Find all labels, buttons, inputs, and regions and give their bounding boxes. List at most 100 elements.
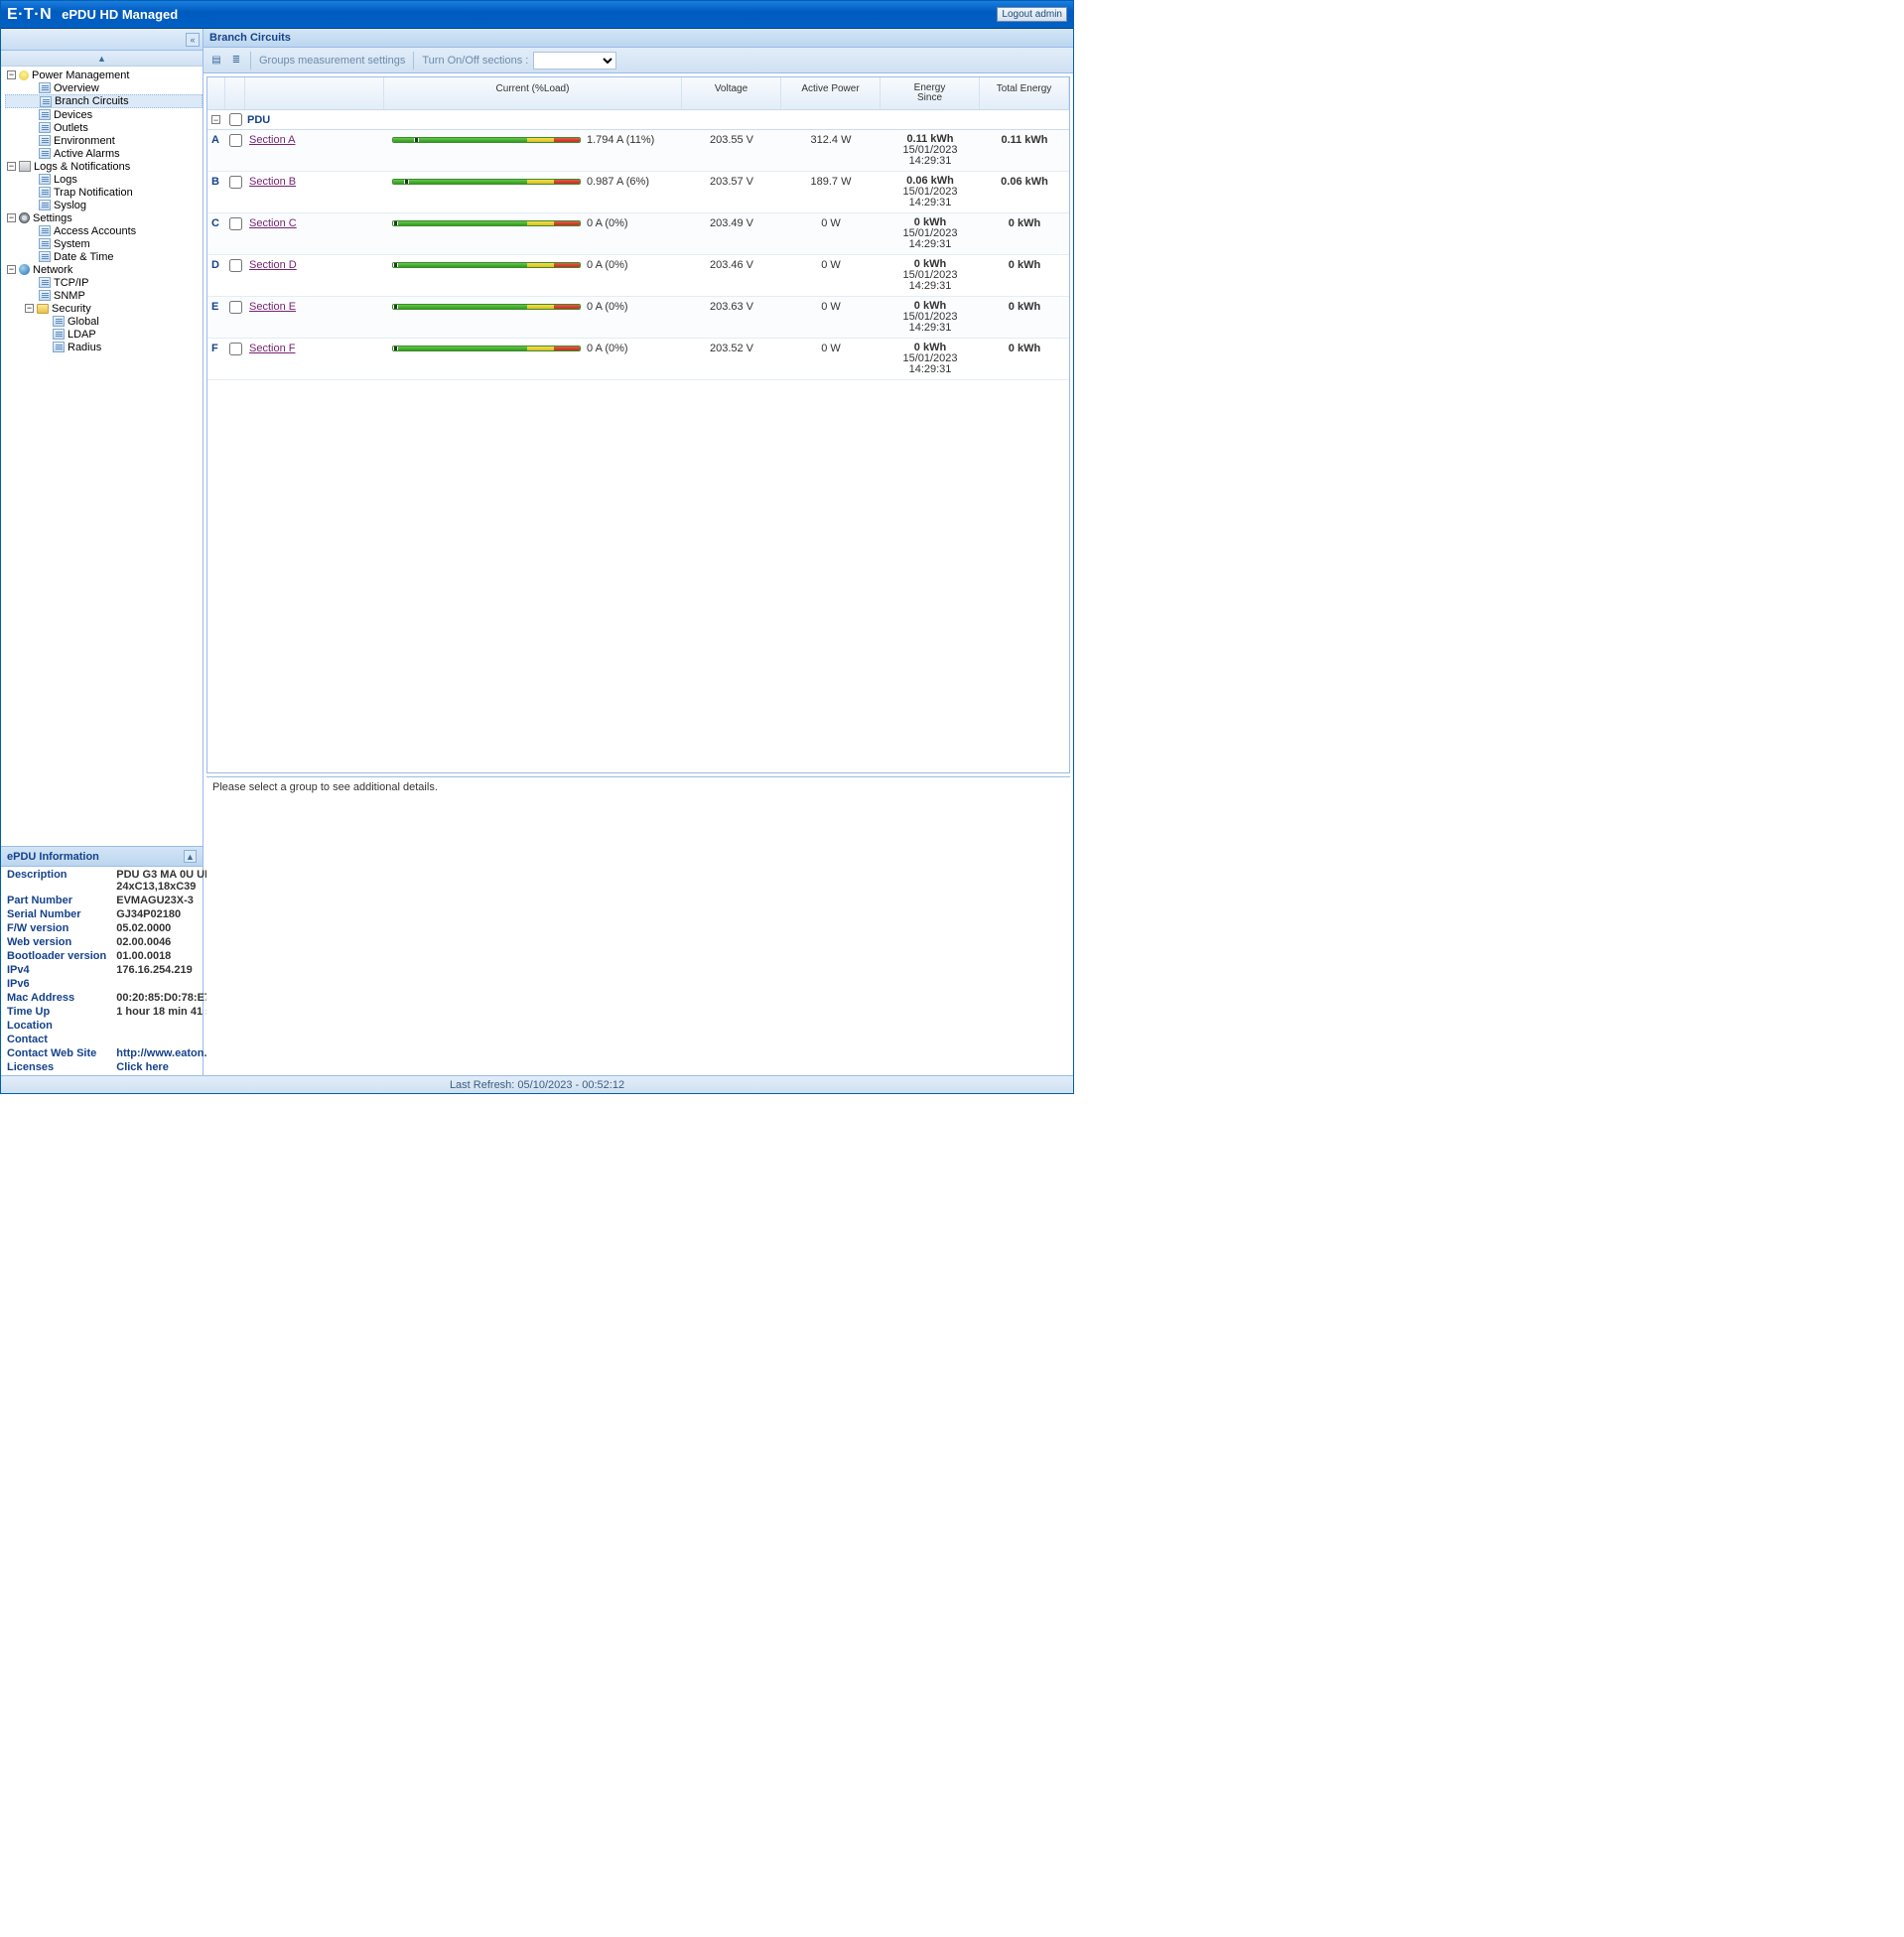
app-title: ePDU HD Managed [62,7,178,22]
nav-overview[interactable]: Overview [5,81,203,94]
grid: Current (%Load) Voltage Active Power Ene… [206,76,1070,773]
nav-power-management[interactable]: − Power Management [7,69,203,81]
load-bar [392,304,581,310]
view-list-button[interactable]: ≣ [227,52,245,69]
section-link[interactable]: Section C [249,217,297,229]
row-checkbox[interactable] [229,343,242,355]
content-area: Branch Circuits ▤ ≣ Groups measurement s… [204,29,1073,1075]
current-value: 0 A (0%) [587,343,666,354]
energy-since-value: 0 kWh15/01/202314:29:31 [884,343,976,375]
group-checkbox[interactable] [229,113,242,126]
active-power-value: 0 W [781,259,881,271]
nav-devices[interactable]: Devices [5,108,203,121]
page-icon [39,135,51,146]
section-link[interactable]: Section D [249,259,297,271]
load-bar [392,137,581,143]
row-checkbox[interactable] [229,259,242,272]
collapse-icon[interactable]: − [7,162,16,171]
sidebar-collapse-button[interactable]: « [186,33,200,47]
active-power-value: 0 W [781,301,881,313]
nav-date-time[interactable]: Date & Time [5,250,203,263]
toolbar: ▤ ≣ Groups measurement settings Turn On/… [204,48,1073,73]
energy-since-value: 0.11 kWh15/01/202314:29:31 [884,134,976,167]
nav-ldap[interactable]: LDAP [5,328,203,341]
col-current[interactable]: Current (%Load) [384,77,682,109]
nav-logs-notifications[interactable]: − Logs & Notifications [7,160,203,173]
nav-active-alarms[interactable]: Active Alarms [5,147,203,160]
row-index: C [207,217,225,229]
nav-trap-notification[interactable]: Trap Notification [5,186,203,199]
nav-system[interactable]: System [5,237,203,250]
row-checkbox[interactable] [229,176,242,189]
row-checkbox[interactable] [229,301,242,314]
groups-measurement-button[interactable]: Groups measurement settings [256,55,408,67]
table-row[interactable]: BSection B0.987 A (6%)203.57 V189.7 W0.0… [207,172,1069,213]
globe-icon [19,264,30,275]
collapse-icon[interactable]: − [25,304,34,313]
col-total-energy[interactable]: Total Energy [980,77,1069,109]
energy-since-value: 0 kWh15/01/202314:29:31 [884,259,976,292]
grid-group-row[interactable]: − PDU [207,110,1069,130]
nav-security[interactable]: − Security [5,302,203,315]
section-link[interactable]: Section B [249,176,296,188]
collapse-icon[interactable]: − [7,265,16,274]
collapse-icon[interactable]: − [7,70,16,79]
page-icon [39,187,51,198]
table-row[interactable]: DSection D0 A (0%)203.46 V0 W0 kWh15/01/… [207,255,1069,297]
current-value: 0.987 A (6%) [587,176,666,188]
load-bar [392,262,581,268]
total-energy-value: 0 kWh [980,259,1069,271]
nav-tcpip[interactable]: TCP/IP [5,276,203,289]
collapse-icon[interactable]: − [211,115,220,124]
nav-logs[interactable]: Logs [5,173,203,186]
page-title: Branch Circuits [204,29,1073,48]
load-bar [392,179,581,185]
nav-scroll-up[interactable]: ▲ [1,51,203,67]
info-collapse-button[interactable]: ▲ [184,850,197,863]
nav-global[interactable]: Global [5,315,203,328]
nav-network[interactable]: − Network [7,263,203,276]
total-energy-value: 0 kWh [980,217,1069,229]
nav-settings[interactable]: − Settings [7,211,203,224]
row-checkbox[interactable] [229,134,242,147]
section-link[interactable]: Section E [249,301,296,313]
licenses-link[interactable]: Click here [116,1061,169,1073]
table-row[interactable]: CSection C0 A (0%)203.49 V0 W0 kWh15/01/… [207,213,1069,255]
row-index: A [207,134,225,146]
row-index: E [207,301,225,313]
total-energy-value: 0.06 kWh [980,176,1069,188]
row-checkbox[interactable] [229,217,242,230]
table-row[interactable]: ASection A1.794 A (11%)203.55 V312.4 W0.… [207,130,1069,172]
voltage-value: 203.49 V [682,217,781,229]
voltage-value: 203.52 V [682,343,781,354]
page-icon [39,277,51,288]
logout-button[interactable]: Logout admin [997,7,1067,22]
view-tiles-button[interactable]: ▤ [207,52,225,69]
nav-access-accounts[interactable]: Access Accounts [5,224,203,237]
nav-outlets[interactable]: Outlets [5,121,203,134]
section-link[interactable]: Section F [249,343,295,354]
active-power-value: 189.7 W [781,176,881,188]
turn-onoff-select[interactable] [533,52,616,69]
col-energy-since[interactable]: EnergySince [881,77,980,109]
total-energy-value: 0 kWh [980,343,1069,354]
page-icon [39,82,51,93]
collapse-icon[interactable]: − [7,213,16,222]
nav-radius[interactable]: Radius [5,341,203,353]
col-voltage[interactable]: Voltage [682,77,781,109]
table-row[interactable]: FSection F0 A (0%)203.52 V0 W0 kWh15/01/… [207,339,1069,380]
voltage-value: 203.55 V [682,134,781,146]
total-energy-value: 0 kWh [980,301,1069,313]
voltage-value: 203.57 V [682,176,781,188]
status-bar: Last Refresh: 05/10/2023 - 00:52:12 [1,1075,1073,1093]
nav-branch-circuits[interactable]: Branch Circuits [5,94,203,108]
nav-environment[interactable]: Environment [5,134,203,147]
table-row[interactable]: ESection E0 A (0%)203.63 V0 W0 kWh15/01/… [207,297,1069,339]
section-link[interactable]: Section A [249,134,295,146]
nav-snmp[interactable]: SNMP [5,289,203,302]
page-icon [39,109,51,120]
col-active-power[interactable]: Active Power [781,77,881,109]
voltage-value: 203.46 V [682,259,781,271]
load-bar [392,220,581,226]
nav-syslog[interactable]: Syslog [5,199,203,211]
